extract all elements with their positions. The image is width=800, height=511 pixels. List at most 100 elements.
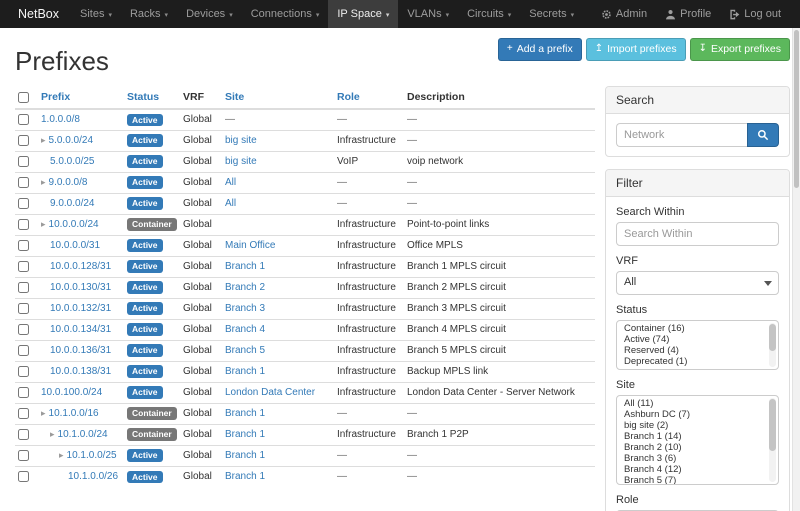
prefix-link[interactable]: 5.0.0.0/24 bbox=[49, 135, 93, 146]
prefix-link[interactable]: 10.0.100.0/24 bbox=[41, 387, 102, 398]
prefix-link[interactable]: 9.0.0.0/8 bbox=[49, 177, 88, 188]
row-checkbox[interactable] bbox=[18, 303, 29, 314]
nav-item-ip-space[interactable]: IP Space▾ bbox=[328, 0, 398, 28]
row-checkbox[interactable] bbox=[18, 198, 29, 209]
row-checkbox[interactable] bbox=[18, 114, 29, 125]
row-checkbox[interactable] bbox=[18, 429, 29, 440]
nav-item-vlans[interactable]: VLANs▾ bbox=[398, 0, 458, 28]
multiselect-option[interactable]: Deprecated (1) bbox=[617, 356, 778, 367]
description-cell: — bbox=[403, 109, 595, 130]
row-checkbox[interactable] bbox=[18, 261, 29, 272]
prefix-link[interactable]: 10.1.0.0/24 bbox=[58, 429, 108, 440]
nav-item-secrets[interactable]: Secrets▾ bbox=[520, 0, 583, 28]
prefix-link[interactable]: 1.0.0.0/8 bbox=[41, 114, 80, 125]
nav-item-circuits[interactable]: Circuits▾ bbox=[458, 0, 520, 28]
site-link[interactable]: Branch 1 bbox=[225, 471, 265, 482]
column-header-status[interactable]: Status bbox=[123, 86, 179, 109]
site-link[interactable]: Branch 5 bbox=[225, 345, 265, 356]
prefix-link[interactable]: 10.0.0.0/31 bbox=[50, 240, 100, 251]
prefix-link[interactable]: 10.0.0.132/31 bbox=[50, 303, 111, 314]
site-link[interactable]: All bbox=[225, 177, 236, 188]
row-checkbox[interactable] bbox=[18, 366, 29, 377]
export-prefixes-button[interactable]: ↧Export prefixes bbox=[690, 38, 790, 61]
row-checkbox[interactable] bbox=[18, 156, 29, 167]
column-header-role[interactable]: Role bbox=[333, 86, 403, 109]
add-a-prefix-button[interactable]: +Add a prefix bbox=[498, 38, 582, 61]
prefix-link[interactable]: 10.0.0.138/31 bbox=[50, 366, 111, 377]
nav-item-racks[interactable]: Racks▾ bbox=[121, 0, 177, 28]
search-input[interactable] bbox=[616, 123, 747, 147]
row-checkbox[interactable] bbox=[18, 177, 29, 188]
multiselect-option[interactable]: Branch 4 (12) bbox=[617, 464, 778, 475]
prefix-link[interactable]: 10.0.0.136/31 bbox=[50, 345, 111, 356]
profile-link[interactable]: Profile bbox=[656, 0, 720, 28]
search-button[interactable] bbox=[747, 123, 779, 147]
scrollbar-thumb[interactable] bbox=[794, 30, 799, 188]
row-checkbox[interactable] bbox=[18, 219, 29, 230]
multiselect-option[interactable]: All (11) bbox=[617, 398, 778, 409]
multiselect-option[interactable]: Branch 5 (7) bbox=[617, 475, 778, 485]
site-link[interactable]: big site bbox=[225, 135, 257, 146]
site-link[interactable]: Branch 3 bbox=[225, 303, 265, 314]
scrollbar-thumb[interactable] bbox=[769, 399, 776, 451]
multiselect-option[interactable]: Branch 3 (6) bbox=[617, 453, 778, 464]
nav-item-connections[interactable]: Connections▾ bbox=[242, 0, 329, 28]
scrollbar-thumb[interactable] bbox=[769, 324, 776, 351]
site-link[interactable]: London Data Center bbox=[225, 387, 315, 398]
prefix-link[interactable]: 10.0.0.130/31 bbox=[50, 282, 111, 293]
prefix-link[interactable]: 10.1.0.0/25 bbox=[67, 450, 117, 461]
site-link[interactable]: Branch 1 bbox=[225, 366, 265, 377]
row-checkbox[interactable] bbox=[18, 450, 29, 461]
row-checkbox[interactable] bbox=[18, 387, 29, 398]
admin-link[interactable]: Admin bbox=[592, 0, 656, 28]
row-checkbox[interactable] bbox=[18, 345, 29, 356]
row-select-cell bbox=[15, 256, 37, 277]
import-prefixes-button[interactable]: ↥Import prefixes bbox=[586, 38, 686, 61]
multiselect-option[interactable]: Ashburn DC (7) bbox=[617, 409, 778, 420]
prefix-cell: 1.0.0.0/8 bbox=[37, 109, 123, 130]
site-link[interactable]: Branch 1 bbox=[225, 429, 265, 440]
site-link[interactable]: Branch 2 bbox=[225, 282, 265, 293]
nav-item-sites[interactable]: Sites▾ bbox=[71, 0, 121, 28]
prefix-link[interactable]: 10.1.0.0/16 bbox=[49, 408, 99, 419]
role-cell: Infrastructure bbox=[333, 235, 403, 256]
filter-input-search-within[interactable] bbox=[616, 222, 779, 246]
prefix-link[interactable]: 10.0.0.128/31 bbox=[50, 261, 111, 272]
prefix-link[interactable]: 9.0.0.0/24 bbox=[50, 198, 94, 209]
prefix-link[interactable]: 10.0.0.134/31 bbox=[50, 324, 111, 335]
site-link[interactable]: Branch 1 bbox=[225, 261, 265, 272]
site-link[interactable]: big site bbox=[225, 156, 257, 167]
nav-item-devices[interactable]: Devices▾ bbox=[177, 0, 242, 28]
row-checkbox[interactable] bbox=[18, 282, 29, 293]
prefix-link[interactable]: 10.1.0.0/26 bbox=[68, 471, 118, 482]
multiselect-scrollbar[interactable] bbox=[769, 323, 776, 367]
column-header-site[interactable]: Site bbox=[221, 86, 333, 109]
multiselect-option[interactable]: Reserved (4) bbox=[617, 345, 778, 356]
select-all-header bbox=[15, 86, 37, 109]
prefix-link[interactable]: 5.0.0.0/25 bbox=[50, 156, 94, 167]
log-out-link[interactable]: Log out bbox=[720, 0, 790, 28]
row-checkbox[interactable] bbox=[18, 240, 29, 251]
multiselect-scrollbar[interactable] bbox=[769, 398, 776, 482]
prefix-link[interactable]: 10.0.0.0/24 bbox=[49, 219, 99, 230]
multiselect-option[interactable]: Active (74) bbox=[617, 334, 778, 345]
multiselect-option[interactable]: big site (2) bbox=[617, 420, 778, 431]
site-link[interactable]: Main Office bbox=[225, 240, 275, 251]
multiselect-option[interactable]: Branch 2 (10) bbox=[617, 442, 778, 453]
site-link[interactable]: Branch 1 bbox=[225, 408, 265, 419]
filter-select-vrf[interactable]: All bbox=[616, 271, 779, 295]
netbox-brand[interactable]: NetBox bbox=[6, 0, 71, 28]
row-checkbox[interactable] bbox=[18, 408, 29, 419]
page-scrollbar[interactable] bbox=[792, 28, 800, 511]
column-header-prefix[interactable]: Prefix bbox=[37, 86, 123, 109]
row-checkbox[interactable] bbox=[18, 135, 29, 146]
select-all-checkbox[interactable] bbox=[18, 92, 29, 103]
multiselect-option[interactable]: Container (16) bbox=[617, 323, 778, 334]
row-checkbox[interactable] bbox=[18, 324, 29, 335]
site-link[interactable]: Branch 4 bbox=[225, 324, 265, 335]
row-checkbox[interactable] bbox=[18, 471, 29, 482]
site-link[interactable]: Branch 1 bbox=[225, 450, 265, 461]
site-link[interactable]: All bbox=[225, 198, 236, 209]
multiselect-option[interactable]: Branch 1 (14) bbox=[617, 431, 778, 442]
prefix-cell: 10.0.0.0/31 bbox=[37, 235, 123, 256]
